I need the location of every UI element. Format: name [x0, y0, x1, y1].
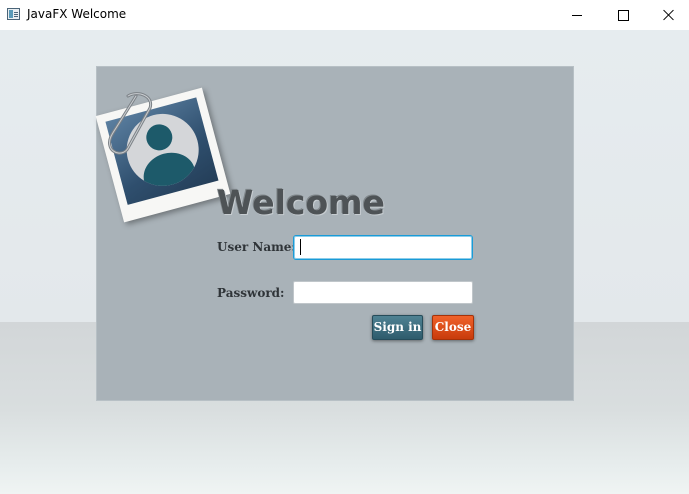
welcome-heading: Welcome: [217, 183, 385, 222]
app-window-icon: [7, 8, 20, 20]
username-label: User Name:: [217, 240, 296, 254]
text-caret: [300, 239, 301, 255]
maximize-icon: [617, 9, 629, 21]
close-icon: [663, 9, 675, 21]
password-label: Password:: [217, 286, 285, 300]
password-input[interactable]: [293, 281, 473, 304]
minimize-icon: [572, 14, 582, 16]
window-title: JavaFX Welcome: [27, 7, 127, 21]
username-input[interactable]: [293, 235, 473, 260]
title-bar[interactable]: JavaFX Welcome: [0, 0, 689, 30]
sign-in-button[interactable]: Sign in: [372, 315, 423, 340]
maximize-button[interactable]: [600, 0, 646, 30]
close-button[interactable]: Close: [432, 315, 474, 340]
paperclip-icon: [108, 92, 153, 155]
minimize-button[interactable]: [554, 0, 600, 30]
window-close-button[interactable]: [646, 0, 689, 30]
